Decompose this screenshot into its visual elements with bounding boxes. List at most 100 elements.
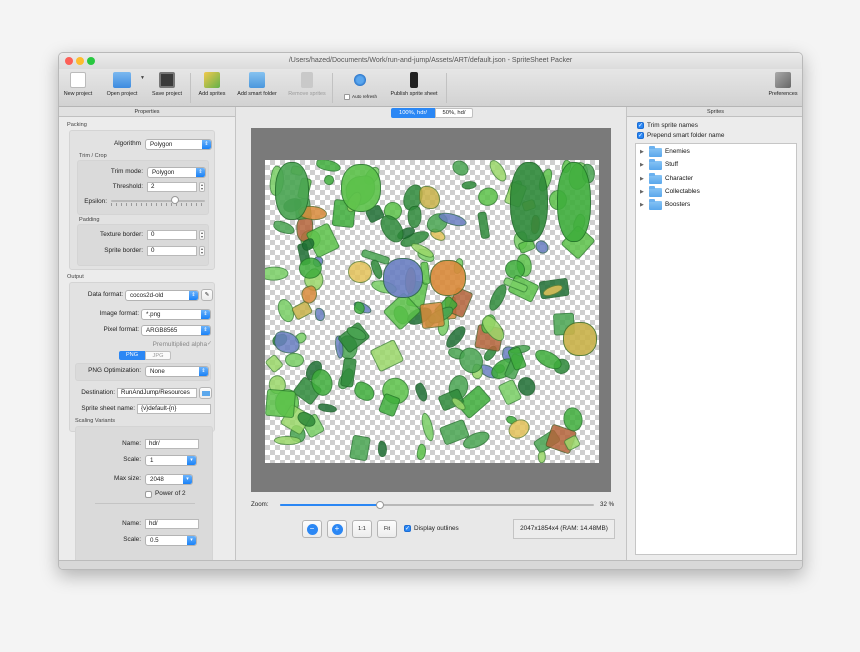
zoom-out-button[interactable]: − (302, 520, 322, 538)
display-outlines-label: Display outlines (414, 525, 459, 532)
algorithm-select[interactable]: Polygon ⇕ (145, 139, 212, 150)
preview-pane: 100%, hdr/ 50%, hd/ Zoom: 32 % − + 1:1 F… (235, 107, 627, 560)
tree-folder-boosters[interactable]: ▶ Boosters (636, 199, 796, 212)
power-of-2-checkbox[interactable] (145, 491, 152, 498)
zoom-slider[interactable] (280, 501, 594, 509)
tree-folder-enemies[interactable]: ▶ Enemies (636, 146, 796, 159)
display-outlines-checkbox[interactable]: ✓ (404, 525, 411, 532)
trash-icon (301, 72, 313, 88)
chevron-down-icon: ▾ (187, 456, 196, 465)
zoom-fit-button[interactable]: Fit (377, 520, 397, 538)
auto-refresh-checkbox[interactable] (344, 94, 350, 100)
disclosure-triangle-icon[interactable]: ▶ (640, 162, 644, 168)
trim-names-checkbox[interactable]: ✓ (637, 122, 644, 129)
add-sprites-button[interactable]: Add sprites (196, 72, 228, 104)
disclosure-triangle-icon[interactable]: ▶ (640, 189, 644, 195)
variant2-scale-combo[interactable]: 0.5 ▾ (145, 535, 197, 546)
sprite-border-stepper[interactable]: ▴ ▾ (199, 246, 205, 256)
close-button[interactable] (65, 57, 73, 65)
format-settings-button[interactable]: ✎ (201, 289, 213, 301)
sprite-sheet-preview[interactable] (265, 160, 599, 463)
power-of-2-label: Power of 2 (155, 490, 186, 497)
destination-field[interactable]: RunAndJump/Resources (117, 388, 197, 398)
dropdown-arrow-icon[interactable]: ▼ (140, 75, 145, 81)
image-format-value: *.png (146, 311, 161, 318)
status-bar (59, 560, 802, 569)
toolbar: New project Open project ▼ Save project … (59, 69, 802, 107)
minimize-button[interactable] (76, 57, 84, 65)
add-smart-folder-button[interactable]: Add smart folder (235, 72, 279, 104)
epsilon-slider[interactable] (111, 200, 205, 202)
zoom-1to1-button[interactable]: 1:1 (352, 520, 372, 538)
texture-border-stepper[interactable]: ▴ ▾ (199, 230, 205, 240)
pixel-format-select[interactable]: ARGB8565 ⇕ (141, 325, 211, 336)
chevron-updown-icon: ⇕ (199, 367, 208, 376)
zoom-in-button[interactable]: + (327, 520, 347, 538)
add-sprites-icon (204, 72, 220, 88)
tab-hdr[interactable]: 100%, hdr/ (391, 108, 435, 118)
properties-header: Properties (59, 107, 235, 117)
epsilon-slider-knob[interactable] (170, 196, 179, 204)
sprite-thumbnail (510, 162, 548, 242)
sprite-thumbnail (341, 164, 381, 212)
sheet-name-field[interactable]: {v}default-{n} (137, 404, 211, 414)
new-project-button[interactable]: New project (63, 72, 93, 104)
data-format-label: Data format: (87, 291, 123, 298)
chevron-updown-icon: ⇕ (189, 291, 198, 300)
tree-folder-label: Character (665, 174, 694, 182)
auto-refresh-control[interactable]: Auto refresh (342, 72, 378, 104)
png-opt-select[interactable]: None ⇕ (145, 366, 209, 377)
tree-folder-label: Collectables (665, 187, 700, 195)
sprite-thumbnail (486, 160, 511, 185)
tree-folder-character[interactable]: ▶ Character (636, 172, 796, 186)
save-project-button[interactable]: Save project (150, 72, 184, 104)
png-opt-label: PNG Optimization: (88, 367, 141, 374)
threshold-stepper[interactable]: ▴ ▾ (199, 182, 205, 192)
window-title: /Users/hazed/Documents/Work/run-and-jump… (288, 57, 573, 64)
algorithm-value: Polygon (150, 141, 173, 148)
sprite-tree[interactable]: ▶ Enemies ▶ Stuff ▶ Character ▶ Collectables ▶ Bo… (635, 143, 797, 555)
zoom-button[interactable] (87, 57, 95, 65)
threshold-field[interactable]: 2 (147, 182, 197, 192)
texture-border-field[interactable]: 0 (147, 230, 197, 240)
sprite-thumbnail (275, 162, 309, 220)
tree-folder-collectables[interactable]: ▶ Collectables (636, 185, 796, 199)
disclosure-triangle-icon[interactable]: ▶ (640, 149, 644, 155)
image-format-label: Image format: (99, 310, 139, 317)
chevron-updown-icon: ⇕ (201, 310, 210, 319)
sprite-border-field[interactable]: 0 (147, 246, 197, 256)
sprite-thumbnail (377, 440, 388, 457)
tree-folder-stuff[interactable]: ▶ Stuff (636, 159, 796, 172)
pixel-format-label: Pixel format: (103, 326, 139, 333)
format-png-segment[interactable]: PNG (119, 351, 145, 360)
prepend-folder-checkbox[interactable]: ✓ (637, 132, 644, 139)
canvas-area[interactable] (251, 128, 611, 492)
disclosure-triangle-icon[interactable]: ▶ (640, 176, 644, 182)
trim-mode-value: Polygon (152, 169, 175, 176)
folder-icon (649, 185, 662, 197)
disclosure-triangle-icon[interactable]: ▶ (640, 202, 644, 208)
max-size-combo[interactable]: 2048 ▾ (145, 474, 193, 485)
preferences-button[interactable]: Preferences (767, 72, 799, 104)
open-project-label: Open project (106, 91, 138, 97)
publish-button[interactable]: Publish sprite sheet (388, 72, 440, 104)
data-format-select[interactable]: cocos2d-old ⇕ (125, 290, 199, 301)
chevron-updown-icon: ⇕ (202, 140, 211, 149)
image-format-select[interactable]: *.png ⇕ (141, 309, 211, 320)
trim-mode-select[interactable]: Polygon ⇕ (147, 167, 206, 178)
padding-title: Padding (79, 217, 100, 223)
variant2-name-field[interactable]: hd/ (145, 519, 199, 529)
chevron-updown-icon: ⇕ (196, 168, 205, 177)
pixel-format-value: ARGB8565 (146, 327, 178, 334)
variant-scale-combo[interactable]: 1 ▾ (145, 455, 197, 466)
zoom-slider-knob[interactable] (376, 501, 385, 509)
variant-name-field[interactable]: hdr/ (145, 439, 199, 449)
tab-hd[interactable]: 50%, hd/ (435, 108, 473, 118)
epsilon-label: Epsilon: (84, 198, 107, 205)
open-project-button[interactable]: Open project (105, 72, 139, 104)
browse-destination-button[interactable] (199, 387, 212, 399)
chevron-down-icon: ▾ (183, 475, 192, 484)
output-title: Output (67, 274, 84, 280)
remove-sprites-button[interactable]: Remove sprites (287, 72, 327, 104)
format-jpg-segment[interactable]: JPG (145, 351, 171, 360)
